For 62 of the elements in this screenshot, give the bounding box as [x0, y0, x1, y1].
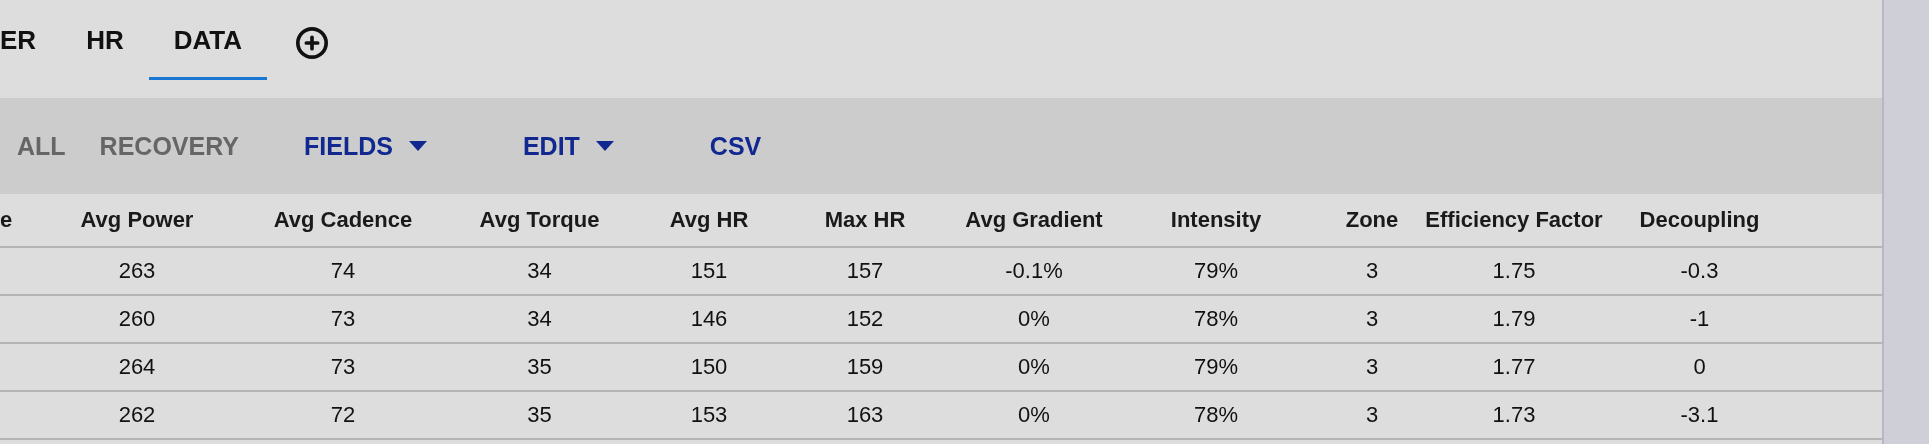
table-cell: 153: [690, 402, 728, 428]
caret-icon: [595, 141, 614, 151]
filter-button[interactable]: ALL: [0, 116, 83, 176]
column-header[interactable]: Zone: [1345, 207, 1399, 233]
column-header[interactable]: Avg HR: [669, 207, 749, 233]
tab[interactable]: DATA: [148, 0, 268, 80]
column-header[interactable]: Max HR: [824, 207, 906, 233]
table-cell: 3: [1365, 258, 1379, 284]
table-cell: -1: [1689, 306, 1710, 332]
column-header[interactable]: Intensity: [1170, 207, 1262, 233]
column-header[interactable]: Avg Gradient: [965, 207, 1103, 233]
table-cell: 163: [846, 402, 884, 428]
table-cell: 34: [527, 258, 552, 284]
table-cell: 3: [1365, 402, 1379, 428]
column-header[interactable]: Avg Power: [80, 207, 194, 233]
table-cell: 3: [1365, 354, 1379, 380]
filter-button[interactable]: RECOVERY: [82, 116, 256, 176]
table-cell: 73: [330, 354, 356, 380]
dropdown-button[interactable]: FIELDS: [256, 116, 475, 176]
table-cell: 0%: [1018, 354, 1050, 380]
table-cell: 35: [527, 354, 552, 380]
table-cell: 1.73: [1492, 402, 1536, 428]
table-cell: 152: [846, 306, 884, 332]
dropdown-button[interactable]: EDIT: [474, 116, 662, 176]
table-cell: 79%: [1193, 354, 1238, 380]
table-cell: 260: [118, 306, 156, 332]
column-header[interactable]: e: [0, 207, 13, 233]
table-cell: 79%: [1193, 258, 1238, 284]
column-header[interactable]: Decoupling: [1639, 207, 1760, 233]
add-tab-button[interactable]: [295, 26, 330, 60]
table-cell: 1.75: [1492, 258, 1536, 284]
table-cell: 72: [330, 402, 356, 428]
table-cell: 151: [690, 258, 728, 284]
table-cell: 157: [846, 258, 884, 284]
table-cell: 1.77: [1492, 354, 1536, 380]
table-cell: 35: [527, 402, 552, 428]
table-cell: 3: [1365, 306, 1379, 332]
table-cell: 34: [527, 306, 552, 332]
table-cell: 0%: [1018, 402, 1050, 428]
tab[interactable]: ER: [0, 0, 62, 80]
table-cell: -3.1: [1680, 402, 1719, 428]
table-cell: -0.3: [1680, 258, 1719, 284]
table-cell: 263: [118, 258, 156, 284]
table-cell: 150: [690, 354, 728, 380]
column-header[interactable]: Avg Torque: [479, 207, 600, 233]
column-header[interactable]: Efficiency Factor: [1425, 207, 1603, 233]
table-cell: 1.79: [1492, 306, 1536, 332]
table-cell: 73: [330, 306, 356, 332]
table-cell: 78%: [1193, 306, 1238, 332]
table-cell: 264: [118, 354, 156, 380]
table-cell: 159: [846, 354, 884, 380]
table-cell: 78%: [1193, 402, 1238, 428]
table-cell: 74: [330, 258, 356, 284]
table-cell: 0: [1693, 354, 1706, 380]
export-button[interactable]: CSV: [661, 116, 810, 176]
tab[interactable]: HR: [61, 0, 149, 80]
table-cell: 262: [118, 402, 156, 428]
caret-icon: [408, 141, 427, 151]
table-cell: 0%: [1018, 306, 1050, 332]
table-cell: -0.1%: [1005, 258, 1063, 284]
column-header[interactable]: Avg Cadence: [273, 207, 413, 233]
table-cell: 146: [690, 306, 728, 332]
